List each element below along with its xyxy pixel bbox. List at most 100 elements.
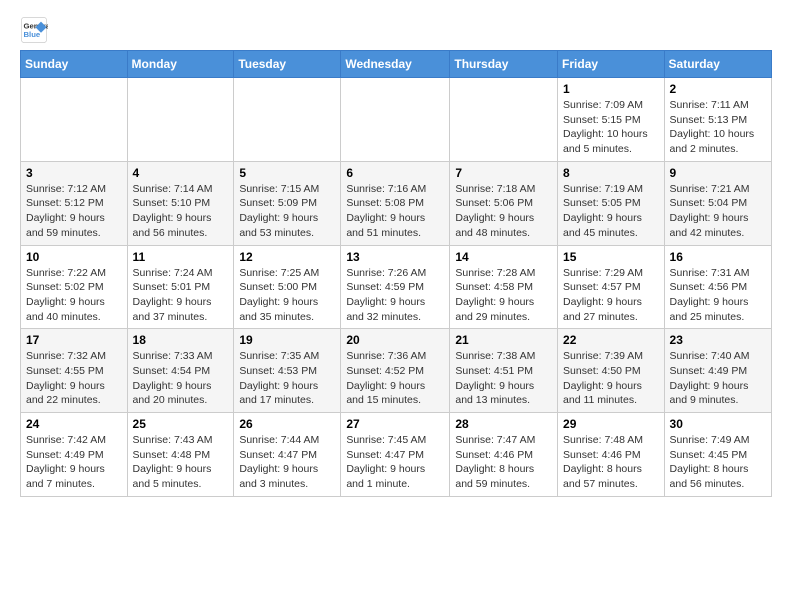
day-number: 27 bbox=[346, 417, 444, 431]
day-info: Sunrise: 7:22 AM Sunset: 5:02 PM Dayligh… bbox=[26, 266, 122, 325]
day-number: 7 bbox=[455, 166, 552, 180]
day-number: 11 bbox=[133, 250, 229, 264]
day-info: Sunrise: 7:26 AM Sunset: 4:59 PM Dayligh… bbox=[346, 266, 444, 325]
day-number: 16 bbox=[670, 250, 766, 264]
calendar-cell bbox=[450, 78, 558, 162]
day-info: Sunrise: 7:14 AM Sunset: 5:10 PM Dayligh… bbox=[133, 182, 229, 241]
day-info: Sunrise: 7:09 AM Sunset: 5:15 PM Dayligh… bbox=[563, 98, 659, 157]
calendar-week-row: 1 Sunrise: 7:09 AM Sunset: 5:15 PM Daylig… bbox=[21, 78, 772, 162]
day-info: Sunrise: 7:16 AM Sunset: 5:08 PM Dayligh… bbox=[346, 182, 444, 241]
calendar-cell: 2Sunrise: 7:11 AM Sunset: 5:13 PM Daylig… bbox=[664, 78, 771, 162]
calendar-cell: 6 Sunrise: 7:16 AM Sunset: 5:08 PM Daylig… bbox=[341, 161, 450, 245]
day-info: Sunrise: 7:43 AM Sunset: 4:48 PM Dayligh… bbox=[133, 433, 229, 492]
calendar-cell: 27 Sunrise: 7:45 AM Sunset: 4:47 PM Dayli… bbox=[341, 413, 450, 497]
day-number: 5 bbox=[239, 166, 335, 180]
weekday-header-friday: Friday bbox=[558, 51, 665, 78]
day-info: Sunrise: 7:11 AM Sunset: 5:13 PM Dayligh… bbox=[670, 98, 766, 157]
day-info: Sunrise: 7:29 AM Sunset: 4:57 PM Dayligh… bbox=[563, 266, 659, 325]
calendar-cell: 12 Sunrise: 7:25 AM Sunset: 5:00 PM Dayli… bbox=[234, 245, 341, 329]
day-number: 20 bbox=[346, 333, 444, 347]
calendar-cell: 13 Sunrise: 7:26 AM Sunset: 4:59 PM Dayli… bbox=[341, 245, 450, 329]
day-number: 19 bbox=[239, 333, 335, 347]
calendar-cell: 28 Sunrise: 7:47 AM Sunset: 4:46 PM Dayli… bbox=[450, 413, 558, 497]
day-number: 4 bbox=[133, 166, 229, 180]
day-number: 18 bbox=[133, 333, 229, 347]
calendar-cell: 17 Sunrise: 7:32 AM Sunset: 4:55 PM Dayli… bbox=[21, 329, 128, 413]
day-number: 6 bbox=[346, 166, 444, 180]
day-number: 25 bbox=[133, 417, 229, 431]
day-number: 10 bbox=[26, 250, 122, 264]
calendar-table: SundayMondayTuesdayWednesdayThursdayFrid… bbox=[20, 50, 772, 497]
calendar-cell bbox=[21, 78, 128, 162]
day-info: Sunrise: 7:31 AM Sunset: 4:56 PM Dayligh… bbox=[670, 266, 766, 325]
day-info: Sunrise: 7:47 AM Sunset: 4:46 PM Dayligh… bbox=[455, 433, 552, 492]
calendar-cell: 4 Sunrise: 7:14 AM Sunset: 5:10 PM Daylig… bbox=[127, 161, 234, 245]
calendar-cell: 29 Sunrise: 7:48 AM Sunset: 4:46 PM Dayli… bbox=[558, 413, 665, 497]
day-info: Sunrise: 7:38 AM Sunset: 4:51 PM Dayligh… bbox=[455, 349, 552, 408]
day-info: Sunrise: 7:44 AM Sunset: 4:47 PM Dayligh… bbox=[239, 433, 335, 492]
svg-text:Blue: Blue bbox=[24, 30, 41, 39]
calendar-cell: 24 Sunrise: 7:42 AM Sunset: 4:49 PM Dayli… bbox=[21, 413, 128, 497]
calendar-cell: 25 Sunrise: 7:43 AM Sunset: 4:48 PM Dayli… bbox=[127, 413, 234, 497]
day-number: 15 bbox=[563, 250, 659, 264]
day-number: 1 bbox=[563, 82, 659, 96]
calendar-cell: 10 Sunrise: 7:22 AM Sunset: 5:02 PM Dayli… bbox=[21, 245, 128, 329]
day-info: Sunrise: 7:48 AM Sunset: 4:46 PM Dayligh… bbox=[563, 433, 659, 492]
calendar-cell: 5 Sunrise: 7:15 AM Sunset: 5:09 PM Daylig… bbox=[234, 161, 341, 245]
day-info: Sunrise: 7:33 AM Sunset: 4:54 PM Dayligh… bbox=[133, 349, 229, 408]
day-number: 24 bbox=[26, 417, 122, 431]
calendar-cell bbox=[341, 78, 450, 162]
day-number: 28 bbox=[455, 417, 552, 431]
weekday-header-thursday: Thursday bbox=[450, 51, 558, 78]
calendar-week-row: 24 Sunrise: 7:42 AM Sunset: 4:49 PM Dayli… bbox=[21, 413, 772, 497]
calendar-cell: 18 Sunrise: 7:33 AM Sunset: 4:54 PM Dayli… bbox=[127, 329, 234, 413]
calendar-cell: 1 Sunrise: 7:09 AM Sunset: 5:15 PM Daylig… bbox=[558, 78, 665, 162]
day-number: 30 bbox=[670, 417, 766, 431]
day-number: 23 bbox=[670, 333, 766, 347]
calendar-cell: 16 Sunrise: 7:31 AM Sunset: 4:56 PM Dayli… bbox=[664, 245, 771, 329]
weekday-header-tuesday: Tuesday bbox=[234, 51, 341, 78]
calendar-week-row: 10 Sunrise: 7:22 AM Sunset: 5:02 PM Dayli… bbox=[21, 245, 772, 329]
day-number: 13 bbox=[346, 250, 444, 264]
calendar-cell: 3Sunrise: 7:12 AM Sunset: 5:12 PM Daylig… bbox=[21, 161, 128, 245]
day-info: Sunrise: 7:15 AM Sunset: 5:09 PM Dayligh… bbox=[239, 182, 335, 241]
weekday-header-saturday: Saturday bbox=[664, 51, 771, 78]
day-number: 12 bbox=[239, 250, 335, 264]
day-info: Sunrise: 7:40 AM Sunset: 4:49 PM Dayligh… bbox=[670, 349, 766, 408]
day-number: 29 bbox=[563, 417, 659, 431]
day-number: 17 bbox=[26, 333, 122, 347]
weekday-header-row: SundayMondayTuesdayWednesdayThursdayFrid… bbox=[21, 51, 772, 78]
day-info: Sunrise: 7:32 AM Sunset: 4:55 PM Dayligh… bbox=[26, 349, 122, 408]
calendar-cell: 8Sunrise: 7:19 AM Sunset: 5:05 PM Daylig… bbox=[558, 161, 665, 245]
day-info: Sunrise: 7:19 AM Sunset: 5:05 PM Dayligh… bbox=[563, 182, 659, 241]
calendar-cell: 22 Sunrise: 7:39 AM Sunset: 4:50 PM Dayli… bbox=[558, 329, 665, 413]
calendar-cell: 26 Sunrise: 7:44 AM Sunset: 4:47 PM Dayli… bbox=[234, 413, 341, 497]
page-header: General Blue bbox=[20, 16, 772, 44]
logo: General Blue bbox=[20, 16, 52, 44]
day-number: 14 bbox=[455, 250, 552, 264]
calendar-cell: 19Sunrise: 7:35 AM Sunset: 4:53 PM Dayli… bbox=[234, 329, 341, 413]
logo-icon: General Blue bbox=[20, 16, 48, 44]
day-info: Sunrise: 7:12 AM Sunset: 5:12 PM Dayligh… bbox=[26, 182, 122, 241]
weekday-header-wednesday: Wednesday bbox=[341, 51, 450, 78]
day-info: Sunrise: 7:28 AM Sunset: 4:58 PM Dayligh… bbox=[455, 266, 552, 325]
day-number: 9 bbox=[670, 166, 766, 180]
day-info: Sunrise: 7:45 AM Sunset: 4:47 PM Dayligh… bbox=[346, 433, 444, 492]
day-info: Sunrise: 7:21 AM Sunset: 5:04 PM Dayligh… bbox=[670, 182, 766, 241]
day-info: Sunrise: 7:42 AM Sunset: 4:49 PM Dayligh… bbox=[26, 433, 122, 492]
calendar-cell: 11Sunrise: 7:24 AM Sunset: 5:01 PM Dayli… bbox=[127, 245, 234, 329]
day-info: Sunrise: 7:39 AM Sunset: 4:50 PM Dayligh… bbox=[563, 349, 659, 408]
calendar-cell: 7 Sunrise: 7:18 AM Sunset: 5:06 PM Daylig… bbox=[450, 161, 558, 245]
day-info: Sunrise: 7:18 AM Sunset: 5:06 PM Dayligh… bbox=[455, 182, 552, 241]
day-number: 26 bbox=[239, 417, 335, 431]
calendar-cell bbox=[127, 78, 234, 162]
calendar-cell: 20 Sunrise: 7:36 AM Sunset: 4:52 PM Dayli… bbox=[341, 329, 450, 413]
day-number: 22 bbox=[563, 333, 659, 347]
calendar-cell: 15 Sunrise: 7:29 AM Sunset: 4:57 PM Dayli… bbox=[558, 245, 665, 329]
weekday-header-monday: Monday bbox=[127, 51, 234, 78]
calendar-cell: 21Sunrise: 7:38 AM Sunset: 4:51 PM Dayli… bbox=[450, 329, 558, 413]
calendar-cell: 14 Sunrise: 7:28 AM Sunset: 4:58 PM Dayli… bbox=[450, 245, 558, 329]
day-info: Sunrise: 7:25 AM Sunset: 5:00 PM Dayligh… bbox=[239, 266, 335, 325]
calendar-cell: 30Sunrise: 7:49 AM Sunset: 4:45 PM Dayli… bbox=[664, 413, 771, 497]
day-info: Sunrise: 7:36 AM Sunset: 4:52 PM Dayligh… bbox=[346, 349, 444, 408]
